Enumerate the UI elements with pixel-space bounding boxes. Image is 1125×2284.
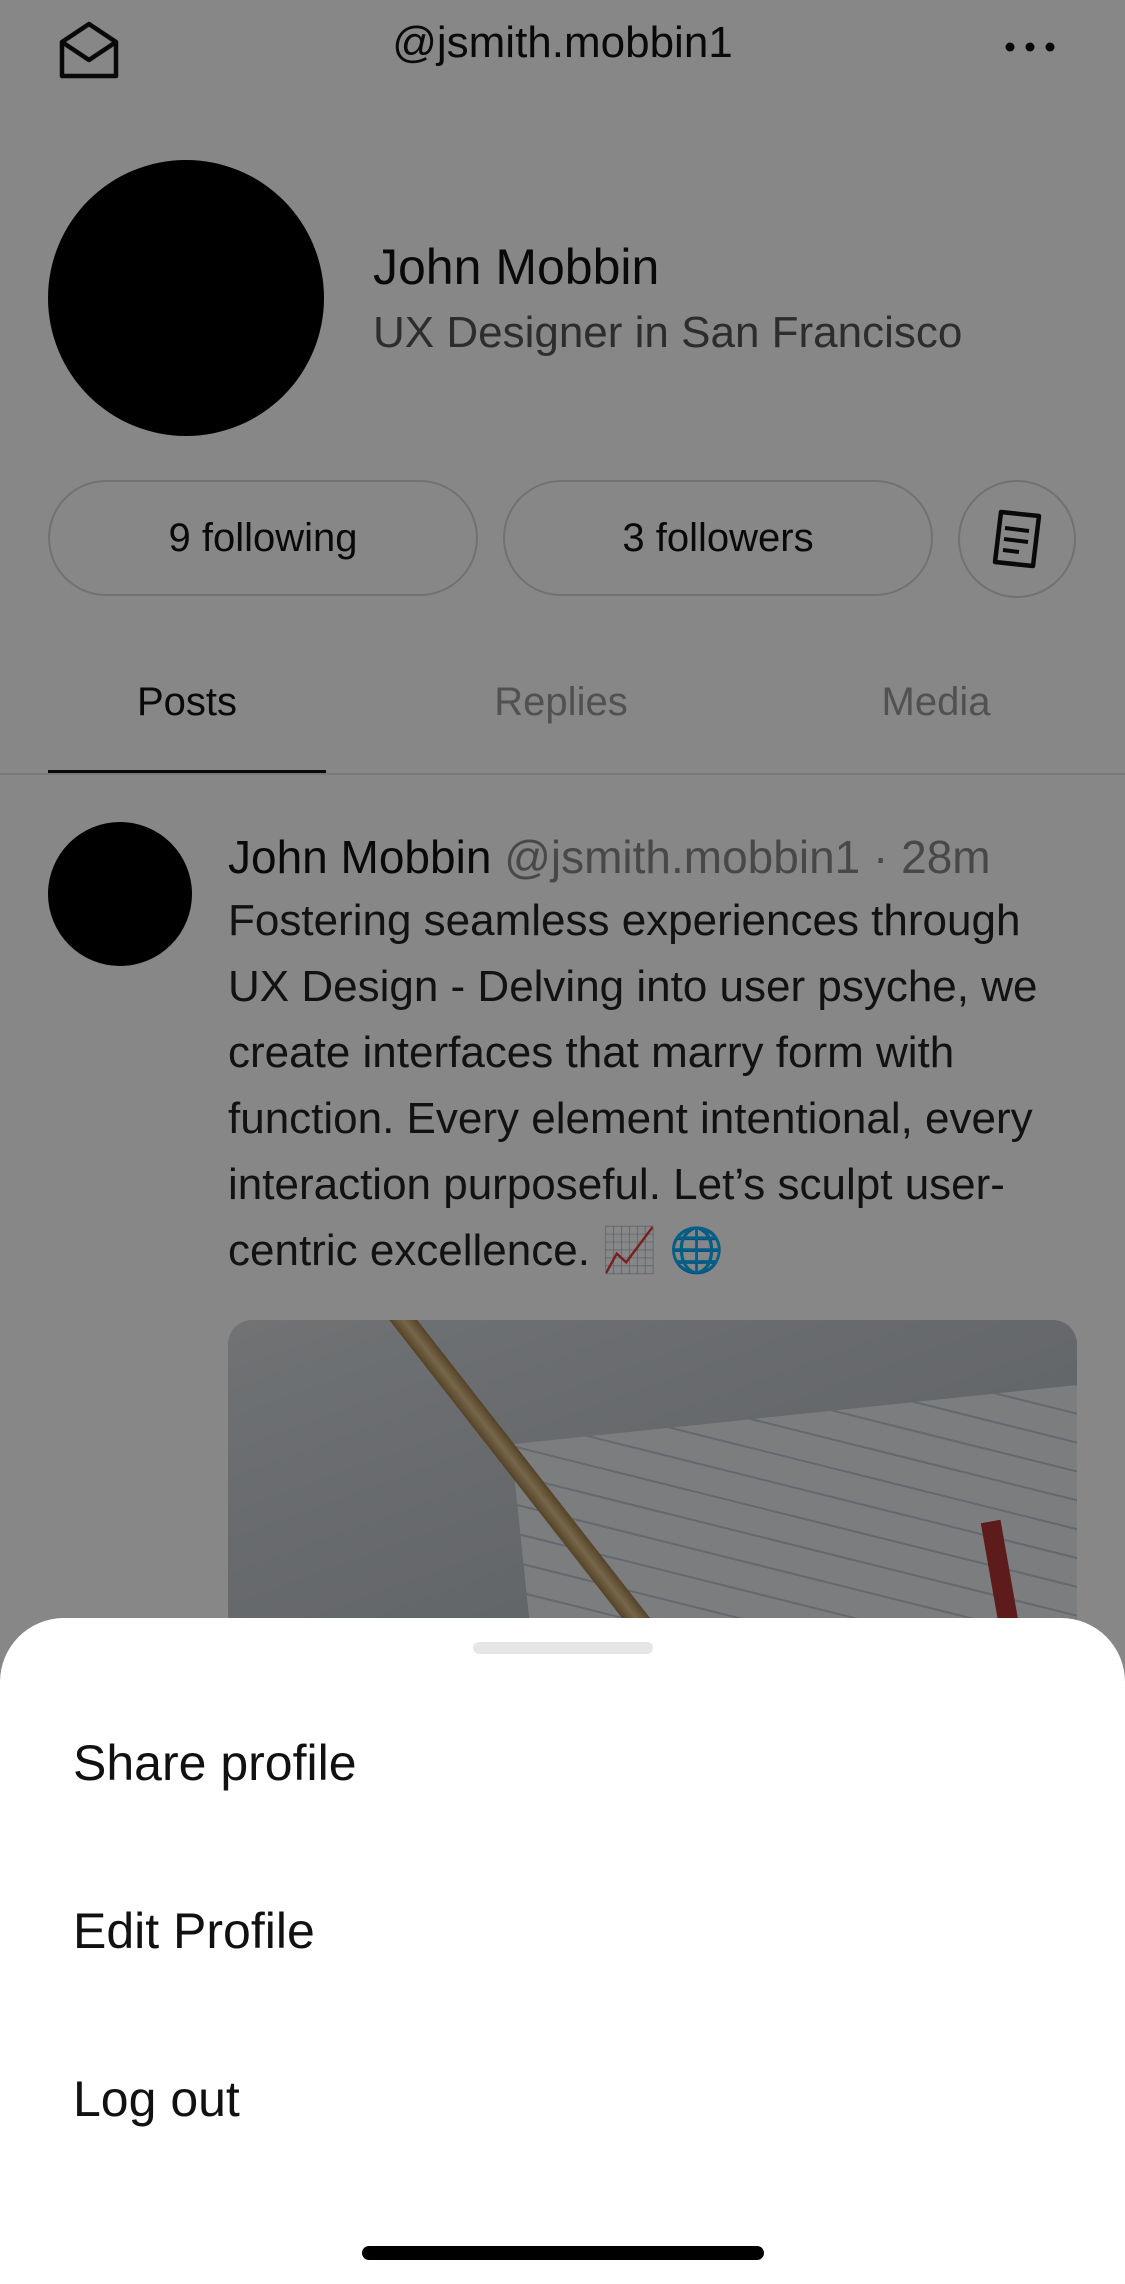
edit-profile-button[interactable]: Edit Profile	[73, 1902, 315, 1960]
home-indicator	[362, 2246, 764, 2260]
profile-screen: @jsmith.mobbin1 John Mobbin UX Designer …	[0, 0, 1125, 2284]
log-out-button[interactable]: Log out	[73, 2070, 240, 2128]
share-profile-button[interactable]: Share profile	[73, 1734, 357, 1792]
action-sheet: Share profile Edit Profile Log out	[0, 1618, 1125, 2284]
sheet-grabber[interactable]	[473, 1642, 653, 1654]
